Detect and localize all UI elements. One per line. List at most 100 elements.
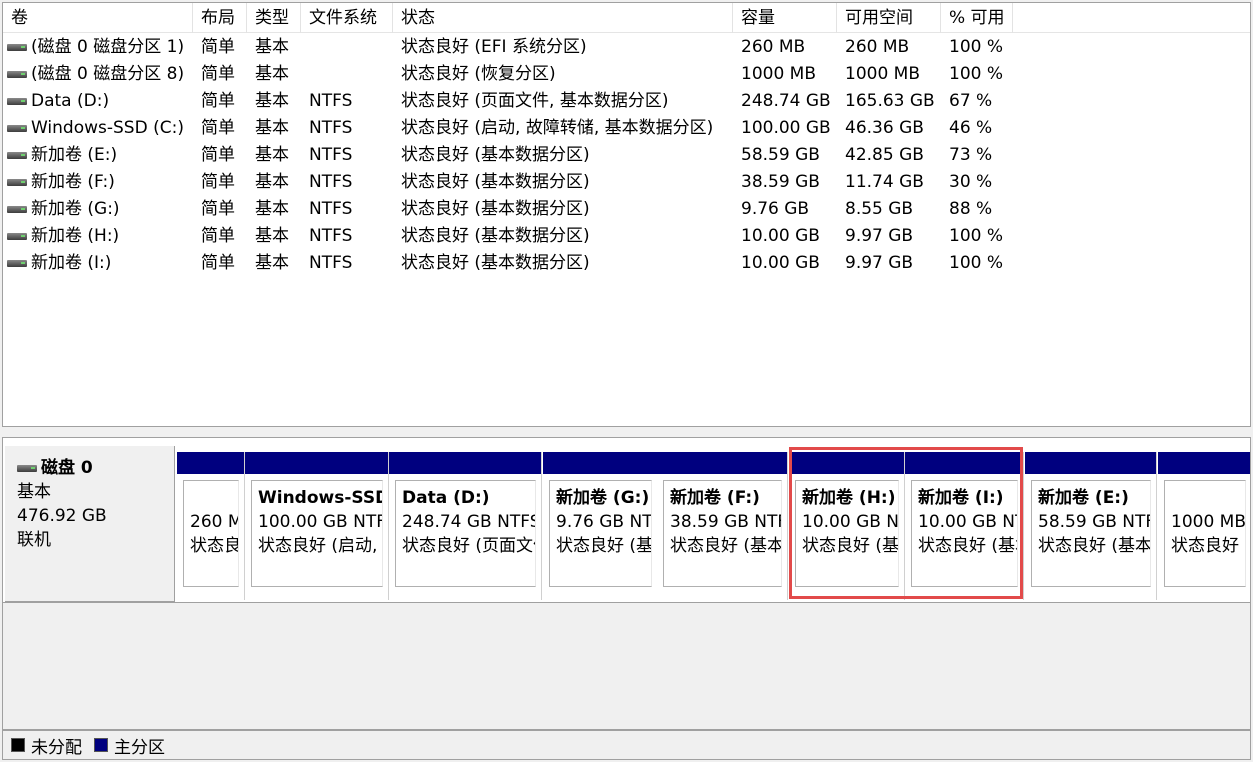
disk-title-row: 磁盘 0 [17,456,174,480]
cell-col-status: 状态良好 (恢复分区) [401,64,556,84]
header-col-volume[interactable]: 卷 [3,3,193,33]
partition-details: Data (D:) 248.74 GB NTFS 状态良好 (页面文件, 基本数据分… [395,480,536,587]
table-row[interactable]: (磁盘 0 磁盘分区 8) 简单 基本 状态良好 (恢复分区) 1000 MB 1000 … [3,61,1250,88]
partition-type-bar [245,452,388,474]
table-row[interactable]: 新加卷 (G:) 简单 基本 NTFS 状态良好 (基本数据分区) 9.76 GB 8.55… [3,196,1250,223]
table-row[interactable]: 新加卷 (I:) 简单 基本 NTFS 状态良好 (基本数据分区) 10.00 GB 9.9… [3,250,1250,277]
cell-col-free-space: 1000 MB [845,64,920,84]
table-row[interactable]: Data (D:) 简单 基本 NTFS 状态良好 (页面文件, 基本数据分区) 248.… [3,88,1250,115]
cell-col-volume: 新加卷 (H:) [3,223,193,250]
partition-name: 新加卷 (H:) [802,488,896,508]
partition-status: 状态良好 (基本数据分区) [1038,536,1150,556]
volume-name: 新加卷 (H:) [31,226,120,246]
volume-icon [7,178,27,187]
legend-swatch-primary [94,738,108,752]
partition-details: 1000 MB 状态良好 (恢复分区) [1164,480,1246,587]
cell-col-capacity: 100.00 GB [741,118,831,138]
cell-col-type: 基本 [255,91,289,111]
cell-col-volume: 新加卷 (E:) [3,142,193,169]
cell-col-filesystem [301,34,393,61]
volume-icon [7,151,27,160]
cell-col-type: 基本 [255,199,289,219]
cell-col-status: 状态良好 (基本数据分区) [401,199,590,219]
legend-swatch-unallocated [11,738,25,752]
partition-status: 状态良好 (基本数据分区) [670,536,781,556]
cell-col-free-space: 9.97 GB [845,253,914,273]
partition-status: 状态良好 (EFI 系统分区) [190,536,238,556]
legend: 未分配 主分区 [2,730,1251,760]
disk-title: 磁盘 0 [41,458,93,478]
volume-list[interactable]: 卷布局 类型 文件系统 状态 容量 可用空间% 可用 (磁盘 0 磁盘分区 1) 简单 基本状… [2,2,1251,427]
partition-details: 新加卷 (H:) 10.00 GB NTFS 状态良好 (基本数据分区) [795,480,899,587]
partition-name: Data (D:) [402,488,490,508]
partition-block[interactable]: Data (D:) 248.74 GB NTFS 状态良好 (页面文件, 基本数据分… [389,452,542,600]
cell-col-free-space: 8.55 GB [845,199,914,219]
legend-label-primary: 主分区 [114,737,165,758]
partition-type-bar [657,452,787,474]
table-row[interactable]: Windows-SSD (C:) 简单 基本 NTFS 状态良好 (启动, 故障转储, … [3,115,1250,142]
cell-col-filesystem: NTFS [309,91,353,111]
table-row[interactable]: 新加卷 (H:) 简单 基本 NTFS 状态良好 (基本数据分区) 10.00 GB 9.9… [3,223,1250,250]
cell-col-capacity: 1000 MB [741,64,816,84]
table-row[interactable]: (磁盘 0 磁盘分区 1) 简单 基本 状态良好 (EFI 系统分区) 260 MB 26… [3,34,1250,61]
table-row[interactable]: 新加卷 (E:) 简单 基本 NTFS 状态良好 (基本数据分区) 58.59 GB 42.… [3,142,1250,169]
partition-size: 248.74 GB NTFS [402,512,535,532]
volume-name: (磁盘 0 磁盘分区 8) [31,64,185,84]
cell-col-free-space: 9.97 GB [845,226,914,246]
volume-name: 新加卷 (G:) [31,199,120,219]
volume-icon [7,232,27,241]
cell-col-layout: 简单 [201,226,235,246]
partition-block[interactable]: 新加卷 (F:) 38.59 GB NTFS 状态良好 (基本数据分区) [657,452,788,600]
disk-0-info[interactable]: 磁盘 0 基本 476.92 GB 联机 [5,446,175,602]
cell-col-volume: (磁盘 0 磁盘分区 8) [3,61,193,88]
partition-block[interactable]: 新加卷 (G:) 9.76 GB NTFS 状态良好 (基本数据分区) [543,452,658,600]
cell-col-layout: 简单 [201,172,235,192]
cell-col-type: 基本 [255,64,289,84]
cell-col-filesystem: NTFS [309,199,353,219]
cell-col-volume: 新加卷 (F:) [3,169,193,196]
cell-col-status: 状态良好 (基本数据分区) [401,172,590,192]
partition-status: 状态良好 (基本数据分区) [918,536,1017,556]
partition-block[interactable]: 新加卷 (I:) 10.00 GB NTFS 状态良好 (基本数据分区) [905,452,1024,600]
cell-col-status: 状态良好 (EFI 系统分区) [401,37,587,57]
cell-col-status: 状态良好 (基本数据分区) [401,253,590,273]
partition-status: 状态良好 (页面文件, 基本数据分区) [402,536,535,556]
cell-col-volume: (磁盘 0 磁盘分区 1) [3,34,193,61]
partition-block[interactable]: 1000 MB 状态良好 (恢复分区) [1158,452,1250,600]
disk-map-pane[interactable]: 磁盘 0 基本 476.92 GB 联机 260 MB 状态良好 (EFI 系统分… [2,437,1251,730]
partition-size: 100.00 GB NTFS [258,512,382,532]
cell-col-percent-free: 100 % [949,37,1004,57]
partition-type-bar [1158,452,1250,474]
partition-size: 10.00 GB NTFS [802,512,898,532]
partition-status: 状态良好 (基本数据分区) [802,536,898,556]
partition-block[interactable]: 新加卷 (E:) 58.59 GB NTFS 状态良好 (基本数据分区) [1025,452,1157,600]
partition-block[interactable]: Windows-SSD (C:) 100.00 GB NTFS 状态良好 (启动, … [245,452,389,600]
header-col-status[interactable]: 状态 [393,3,733,33]
header-col-capacity[interactable]: 容量 [733,3,837,33]
legend-label-unallocated: 未分配 [31,737,82,758]
partition-block[interactable]: 新加卷 (H:) 10.00 GB NTFS 状态良好 (基本数据分区) [789,452,905,600]
cell-col-percent-free: 100 % [949,226,1004,246]
header-col-free-space[interactable]: 可用空间 [837,3,941,33]
volume-icon [7,124,27,133]
cell-col-status: 状态良好 (页面文件, 基本数据分区) [401,91,669,111]
cell-col-volume: 新加卷 (G:) [3,196,193,223]
cell-col-percent-free: 46 % [949,118,993,138]
volume-icon [7,70,27,79]
table-row[interactable]: 新加卷 (F:) 简单 基本 NTFS 状态良好 (基本数据分区) 38.59 GB 11.… [3,169,1250,196]
cell-col-layout: 简单 [201,253,235,273]
header-col-layout[interactable]: 布局 [193,3,247,33]
volume-name: (磁盘 0 磁盘分区 1) [31,37,185,57]
cell-col-filesystem: NTFS [309,253,353,273]
partition-type-bar [789,452,904,474]
header-col-filesystem[interactable]: 文件系统 [301,3,393,33]
partition-details: 260 MB 状态良好 (EFI 系统分区) [183,480,239,587]
partition-type-bar [177,452,244,474]
header-col-percent-free[interactable]: % 可用 [941,3,1013,33]
partition-block[interactable]: 260 MB 状态良好 (EFI 系统分区) [177,452,245,600]
pane-splitter[interactable] [0,427,1253,437]
volume-name: 新加卷 (E:) [31,145,118,165]
header-col-type[interactable]: 类型 [247,3,301,33]
partition-size: 260 MB [190,512,238,532]
partition-size: 10.00 GB NTFS [918,512,1017,532]
